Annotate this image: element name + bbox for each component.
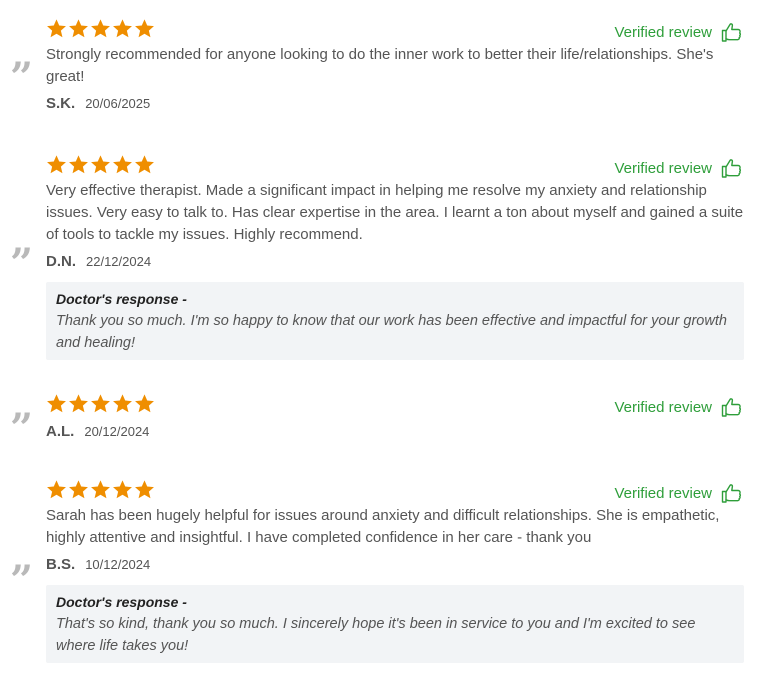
star-icon	[91, 480, 110, 499]
verified-label: Verified review	[614, 484, 712, 502]
review-date: 20/12/2024	[84, 424, 150, 439]
review-date: 10/12/2024	[85, 557, 151, 572]
star-icon	[69, 19, 88, 38]
star-rating	[46, 393, 155, 414]
reviewer-initials: B.S.	[46, 556, 76, 573]
star-rating	[46, 154, 155, 175]
verified-label: Verified review	[614, 159, 712, 177]
doctor-response: Doctor's response - Thank you so much. I…	[46, 282, 744, 360]
review-text: Strongly recommended for anyone looking …	[46, 46, 714, 85]
star-rating	[46, 479, 155, 500]
thumbs-up-glyph	[721, 23, 742, 42]
review-date: 20/06/2025	[85, 96, 151, 111]
star-icon	[47, 155, 66, 174]
quote-icon: ”	[10, 557, 33, 604]
review-text: Sarah has been hugely helpful for issues…	[46, 507, 720, 546]
thumbs-up-glyph	[721, 484, 742, 503]
star-icon	[91, 394, 110, 413]
star-icon	[135, 19, 154, 38]
star-icon	[135, 480, 154, 499]
doctor-response-text: That's so kind, thank you so much. I sin…	[56, 616, 696, 654]
verified-label: Verified review	[614, 398, 712, 416]
thumbs-up-icon[interactable]	[720, 20, 744, 44]
star-icon	[135, 155, 154, 174]
quote-icon: ”	[10, 240, 33, 287]
doctor-response-title: Doctor's response -	[56, 594, 187, 610]
verified-review-badge: Verified review	[614, 395, 744, 419]
reviewer-initials: S.K.	[46, 95, 76, 112]
doctor-response-text: Thank you so much. I'm so happy to know …	[56, 313, 727, 351]
star-icon	[47, 480, 66, 499]
review-text: Very effective therapist. Made a signifi…	[46, 182, 744, 243]
verified-label: Verified review	[614, 23, 712, 41]
doctor-response: Doctor's response - That's so kind, than…	[46, 585, 744, 663]
review-item: ” Verified review Sarah has been hugely …	[0, 479, 768, 663]
thumbs-up-icon[interactable]	[720, 395, 744, 419]
star-icon	[47, 394, 66, 413]
star-icon	[69, 480, 88, 499]
review-item: ” Verified review Very effective therapi…	[0, 154, 768, 360]
review-item: ” Verified review Strongly recommended f…	[0, 18, 768, 112]
star-icon	[91, 155, 110, 174]
reviewer-initials: A.L.	[46, 423, 75, 440]
star-icon	[91, 19, 110, 38]
quote-icon: ”	[10, 54, 33, 101]
doctor-response-title: Doctor's response -	[56, 291, 187, 307]
star-icon	[135, 394, 154, 413]
star-rating	[46, 18, 155, 39]
star-icon	[69, 155, 88, 174]
verified-review-badge: Verified review	[614, 481, 744, 505]
star-icon	[113, 480, 132, 499]
star-icon	[113, 19, 132, 38]
review-date: 22/12/2024	[86, 254, 152, 269]
star-icon	[69, 394, 88, 413]
thumbs-up-glyph	[721, 159, 742, 178]
verified-review-badge: Verified review	[614, 156, 744, 180]
review-item: ” Verified review A.L. 20/12/2024	[0, 393, 768, 449]
star-icon	[47, 19, 66, 38]
star-icon	[113, 155, 132, 174]
thumbs-up-icon[interactable]	[720, 156, 744, 180]
thumbs-up-glyph	[721, 398, 742, 417]
thumbs-up-icon[interactable]	[720, 481, 744, 505]
verified-review-badge: Verified review	[614, 20, 744, 44]
star-icon	[113, 394, 132, 413]
quote-icon: ”	[10, 405, 33, 452]
reviewer-initials: D.N.	[46, 253, 76, 270]
